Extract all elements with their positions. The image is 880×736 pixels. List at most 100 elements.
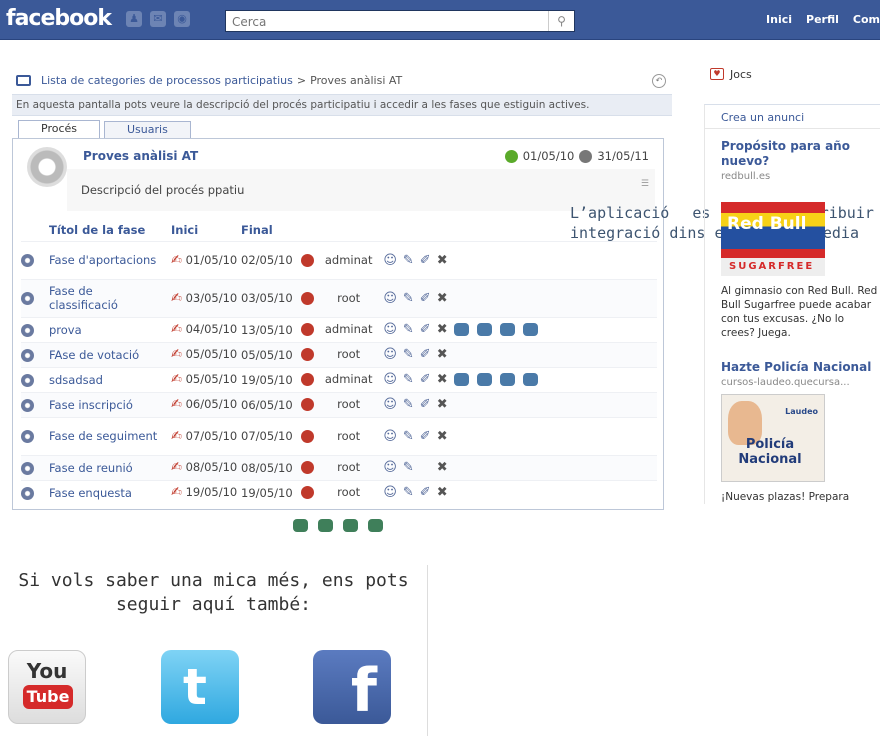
phase-start-cell: ✍ 07/05/10 — [171, 416, 241, 455]
users-icon[interactable]: ☺ — [383, 485, 397, 500]
users-icon[interactable]: ☺ — [383, 291, 397, 306]
edit-icon[interactable]: ✎ — [403, 372, 414, 387]
ad-title[interactable]: Hazte Policía Nacional — [721, 360, 880, 375]
eraser-icon[interactable]: ✐ — [420, 485, 431, 500]
edit-dates-icon[interactable]: ✍ — [171, 291, 182, 306]
phase-icon-cell — [21, 366, 49, 392]
process-title[interactable]: Proves anàlisi AT — [83, 149, 198, 163]
trash-icon[interactable]: ✖ — [437, 372, 448, 387]
search-icon[interactable]: ⚲ — [548, 11, 574, 31]
tab-users[interactable]: Usuaris — [104, 121, 191, 138]
trash-icon[interactable]: ✖ — [437, 347, 448, 362]
group-icon[interactable] — [318, 519, 333, 532]
phase-title-link[interactable]: Fase de reunió — [49, 461, 159, 475]
twitter-icon[interactable]: t — [161, 650, 239, 724]
edit-dates-icon[interactable]: ✍ — [171, 372, 182, 387]
description-more-icon[interactable]: ☰ — [641, 179, 649, 189]
eraser-icon[interactable]: ✐ — [420, 347, 431, 362]
breadcrumb-categories-link[interactable]: Lista de categories de processos partici… — [41, 74, 293, 87]
facebook-icon[interactable]: f — [313, 650, 391, 726]
users-icon[interactable]: ☺ — [383, 460, 397, 475]
trash-icon[interactable]: ✖ — [437, 429, 448, 444]
phase-title-link[interactable]: prova — [49, 323, 159, 337]
breadcrumb-separator: > — [296, 73, 307, 87]
users-icon[interactable]: ☺ — [383, 347, 397, 362]
trash-icon[interactable]: ✖ — [437, 485, 448, 500]
edit-dates-icon[interactable]: ✍ — [171, 485, 182, 500]
edit-icon[interactable]: ✎ — [403, 485, 414, 500]
messages-icon[interactable]: ✉ — [150, 11, 166, 27]
edit-dates-icon[interactable]: ✍ — [171, 347, 182, 362]
header-title[interactable]: Títol de la fase — [49, 219, 171, 241]
users-icon[interactable]: ☺ — [383, 322, 397, 337]
edit-icon[interactable]: ✎ — [403, 429, 414, 444]
create-ad-link[interactable]: Crea un anunci — [705, 105, 880, 129]
edit-icon[interactable]: ✎ — [403, 347, 414, 362]
trash-icon[interactable]: ✖ — [437, 397, 448, 412]
users-icon[interactable]: ☺ — [383, 397, 397, 412]
edit-dates-icon[interactable]: ✍ — [171, 253, 182, 268]
phase-start-cell: ✍ 06/05/10 — [171, 391, 241, 417]
breadcrumb-current: Proves anàlisi AT — [310, 73, 403, 87]
group-icon[interactable] — [453, 373, 469, 386]
ad-domain: redbull.es — [721, 171, 771, 182]
group-icon[interactable] — [476, 373, 492, 386]
search-input[interactable] — [226, 12, 546, 32]
edit-dates-icon[interactable]: ✍ — [171, 429, 182, 444]
eraser-icon[interactable]: ✐ — [420, 291, 431, 306]
back-icon[interactable]: ↶ — [652, 74, 666, 88]
eraser-icon[interactable]: ✐ — [420, 372, 431, 387]
group-icon[interactable] — [293, 519, 308, 532]
facebook-logo[interactable]: facebook — [6, 6, 112, 31]
group-icon[interactable] — [522, 373, 538, 386]
phase-title-link[interactable]: Fase de seguiment — [49, 429, 159, 443]
edit-icon[interactable]: ✎ — [403, 322, 414, 337]
ad-image[interactable]: Red Bull SUGARFREE — [721, 186, 825, 276]
edit-icon[interactable]: ✎ — [403, 291, 414, 306]
group-icon[interactable] — [499, 323, 515, 336]
games-link[interactable]: ♥ Jocs — [704, 62, 880, 86]
edit-dates-icon[interactable]: ✍ — [171, 397, 182, 412]
trash-icon[interactable]: ✖ — [437, 253, 448, 268]
eraser-icon[interactable]: ✐ — [420, 253, 431, 268]
phase-title-link[interactable]: Fase de classificació — [49, 284, 159, 312]
group-icon[interactable] — [343, 519, 358, 532]
trash-icon[interactable]: ✖ — [437, 291, 448, 306]
header-start[interactable]: Inici — [171, 219, 241, 241]
edit-dates-icon[interactable]: ✍ — [171, 322, 182, 337]
phase-title-link[interactable]: FAse de votació — [49, 348, 159, 362]
group-icon[interactable] — [453, 323, 469, 336]
nav-profile-link[interactable]: Perfil — [806, 13, 839, 26]
nav-home-link[interactable]: Inici — [766, 13, 792, 26]
ad-image[interactable]: Laudeo Policía Nacional — [721, 394, 825, 482]
edit-icon[interactable]: ✎ — [403, 253, 414, 268]
trash-icon[interactable]: ✖ — [437, 460, 448, 475]
header-end[interactable]: Final — [241, 219, 301, 241]
users-icon[interactable]: ☺ — [383, 372, 397, 387]
group-icon[interactable] — [499, 373, 515, 386]
edit-icon[interactable]: ✎ — [403, 460, 414, 475]
nav-account-link[interactable]: Com — [853, 13, 880, 26]
phase-title-link[interactable]: Fase d'aportacions — [49, 253, 159, 267]
phase-title-link[interactable]: Fase enquesta — [49, 486, 159, 500]
group-icon[interactable] — [522, 323, 538, 336]
eraser-icon[interactable]: ✐ — [420, 397, 431, 412]
edit-icon[interactable]: ✎ — [403, 397, 414, 412]
status-icon — [301, 429, 314, 443]
tab-process[interactable]: Procés — [18, 120, 100, 138]
youtube-icon[interactable]: You Tube — [8, 650, 86, 724]
edit-dates-icon[interactable]: ✍ — [171, 460, 182, 475]
notifications-icon[interactable]: ◉ — [174, 11, 190, 27]
group-icon[interactable] — [476, 323, 492, 336]
phase-title-link[interactable]: sdsadsad — [49, 373, 159, 387]
users-icon[interactable]: ☺ — [383, 429, 397, 444]
phase-icon-cell — [21, 454, 49, 480]
group-icon[interactable] — [368, 519, 383, 532]
eraser-icon[interactable]: ✐ — [420, 429, 431, 444]
ad-title[interactable]: Propósito para año nuevo? — [721, 139, 880, 169]
users-icon[interactable]: ☺ — [383, 253, 397, 268]
eraser-icon[interactable]: ✐ — [420, 322, 431, 337]
phase-title-link[interactable]: Fase inscripció — [49, 398, 159, 412]
friend-requests-icon[interactable]: ♟ — [126, 11, 142, 27]
trash-icon[interactable]: ✖ — [437, 322, 448, 337]
